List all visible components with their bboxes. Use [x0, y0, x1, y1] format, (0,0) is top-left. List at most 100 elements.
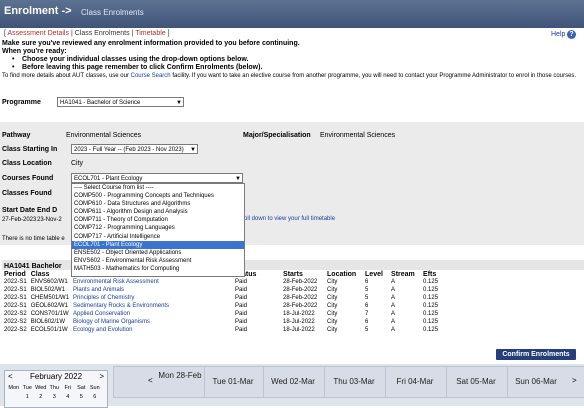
table-cell: 6: [365, 303, 369, 309]
table-cell: ECOL501/1W: [30, 327, 68, 333]
table-row: 2022-S1 CHEM501/W1 Principles of Chemistry…: [2, 294, 440, 302]
confirm-enrolments-button[interactable]: Confirm Enrolments: [496, 349, 576, 360]
assessment-details-link[interactable]: Assessment Details: [8, 30, 69, 37]
help-link[interactable]: Help: [551, 31, 565, 38]
end-date-value: 23-Nov-2: [37, 217, 62, 223]
table-cell: 6: [365, 319, 369, 325]
next-week-icon[interactable]: >: [572, 376, 577, 385]
column-header: Level: [365, 270, 383, 278]
class-title-link[interactable]: Ecology and Evolution: [71, 326, 233, 334]
table-cell: 0.125: [423, 303, 439, 309]
table-cell: 7: [365, 311, 369, 317]
dropdown-option[interactable]: COMP712 - Programming Languages: [72, 224, 244, 232]
programme-select[interactable]: HA1041 - Bachelor of Science ▼: [57, 97, 184, 107]
table-cell: 2022-S1: [4, 295, 27, 301]
class-title-link[interactable]: Plants and Animals: [71, 286, 233, 294]
scroll-hint-link[interactable]: roll down to view your full timetable: [242, 216, 335, 222]
day-header: Wed 02-Mar: [271, 377, 315, 386]
dropdown-option[interactable]: ENSE502 - Object Oriented Applications: [72, 249, 244, 257]
table-cell: 5: [365, 287, 369, 293]
help-icon[interactable]: ?: [567, 30, 576, 39]
instruction-bullet: Before leaving this page remember to cli…: [22, 64, 263, 71]
dropdown-option[interactable]: ENVS602 - Environmental Risk Assessment: [72, 257, 244, 265]
course-dropdown-list[interactable]: ---- Select Course from list ---- COMP50…: [71, 183, 245, 277]
class-title-link[interactable]: Environmental Risk Assessment: [71, 278, 233, 286]
table-cell: 28-Feb-2022: [283, 279, 318, 285]
class-title-link[interactable]: Applied Conservation: [71, 310, 233, 318]
dropdown-option-selected[interactable]: ECOL701 - Plant Ecology: [72, 240, 244, 249]
table-cell: CONS701/1W: [30, 311, 69, 317]
table-cell: 18-Jul-2022: [283, 319, 315, 325]
end-date-label: End D: [37, 207, 58, 214]
column-header: Starts: [283, 270, 303, 278]
table-cell: 2022-S2: [4, 327, 27, 333]
timetable-link[interactable]: Timetable: [135, 30, 165, 37]
table-cell: Paid: [235, 295, 248, 301]
table-cell: 2022-S2: [4, 319, 27, 325]
dropdown-option[interactable]: COMP500 - Programming Concepts and Techn…: [72, 192, 244, 200]
class-starting-select[interactable]: 2023 - Full Year -- (Feb 2023 - Nov 2023…: [71, 144, 198, 154]
table-row: 2022-S2 CONS701/1W Applied Conservation Pai…: [2, 310, 440, 318]
day-header: Tue 01-Mar: [212, 377, 254, 386]
column-header: Period: [4, 270, 26, 278]
page-title: Enrolment ->: [4, 5, 72, 17]
class-enrolments-link[interactable]: Class Enrolments: [75, 30, 130, 37]
major-label: Major/Specialisation: [243, 132, 311, 139]
start-date-value: 27-Feb-2023: [2, 217, 37, 223]
dropdown-option[interactable]: COMP611 - Algorithm Design and Analysis: [72, 208, 244, 216]
table-cell: City: [327, 279, 338, 285]
table-cell: Paid: [235, 327, 248, 333]
table-cell: City: [327, 327, 338, 333]
class-title-link[interactable]: Sedimentary Rocks & Environments: [71, 302, 233, 310]
courses-found-select[interactable]: ECOL701 - Plant Ecology ▼: [71, 173, 243, 183]
instructions: Make sure you've reviewed any enrolment …: [2, 40, 300, 71]
table-cell: 0.125: [423, 279, 439, 285]
table-cell: A: [391, 295, 396, 301]
table-cell: GEOL602/W1: [30, 303, 69, 309]
class-title-link[interactable]: Principles of Chemistry: [71, 294, 233, 302]
course-search-link[interactable]: Course Search: [131, 73, 171, 79]
table-cell: 5: [365, 327, 369, 333]
table-row: 2022-S1 GEOL602/W1 Sedimentary Rocks & Env…: [2, 302, 440, 310]
table-cell: 28-Feb-2022: [283, 303, 318, 309]
day-header: Sun 06-Mar: [515, 377, 557, 386]
no-timetable-text: There is no time table e: [2, 236, 65, 242]
dropdown-option[interactable]: COMP711 - Theory of Computation: [72, 216, 244, 224]
table-cell: A: [391, 327, 396, 333]
start-date-label: Start Date: [2, 207, 36, 214]
dropdown-option[interactable]: MATH503 - Mathematics for Computing: [72, 265, 244, 273]
table-row: 2022-S1 BIOL502/W1 Plants and Animals Paid 2…: [2, 286, 440, 294]
next-month-icon[interactable]: >: [99, 372, 104, 381]
table-cell: City: [327, 311, 338, 317]
table-cell: Paid: [235, 279, 248, 285]
table-cell: A: [391, 303, 396, 309]
more-info-text: To find more details about AUT classes, …: [2, 73, 577, 79]
calendar-month-title: February 2022: [29, 372, 83, 381]
class-title-link[interactable]: Biology of Marine Organisms: [71, 318, 233, 326]
table-cell: 2022-S1: [4, 303, 27, 309]
instruction-bullet: Choose your individual classes using the…: [22, 56, 249, 63]
table-cell: Paid: [235, 303, 248, 309]
table-cell: 2022-S1: [4, 287, 27, 293]
table-cell: BIOL602/1W: [30, 319, 66, 325]
week-day-header: < Mon 28-Feb Tue 01-Mar Wed 02-Mar Thu 0…: [113, 366, 584, 398]
table-cell: 2022-S1: [4, 279, 27, 285]
calendar-date-row: 123456: [25, 394, 97, 400]
table-cell: City: [327, 319, 338, 325]
table-cell: Paid: [235, 287, 248, 293]
chevron-down-icon: ▼: [190, 147, 196, 153]
table-cell: City: [327, 287, 338, 293]
table-cell: ENVS602/W1: [30, 279, 68, 285]
weekday-row: Mon Tue Wed Thu Fri Sat Sun: [8, 385, 100, 391]
dropdown-option[interactable]: COMP610 - Data Structures and Algorithms: [72, 200, 244, 208]
class-location-label: Class Location: [2, 160, 52, 167]
classes-found-label: Classes Found: [2, 190, 52, 197]
page-subtitle: Class Enrolments: [81, 8, 144, 17]
class-starting-label: Class Starting In: [2, 146, 58, 153]
mini-calendar: < February 2022 > Mon Tue Wed Thu Fri Sat Sun …: [4, 370, 108, 408]
prev-week-icon[interactable]: <: [148, 376, 153, 385]
dropdown-option[interactable]: ---- Select Course from list ----: [72, 184, 244, 192]
table-cell: A: [391, 287, 396, 293]
table-cell: A: [391, 279, 396, 285]
dropdown-option[interactable]: COMP717 - Artificial Intelligence: [72, 233, 244, 241]
